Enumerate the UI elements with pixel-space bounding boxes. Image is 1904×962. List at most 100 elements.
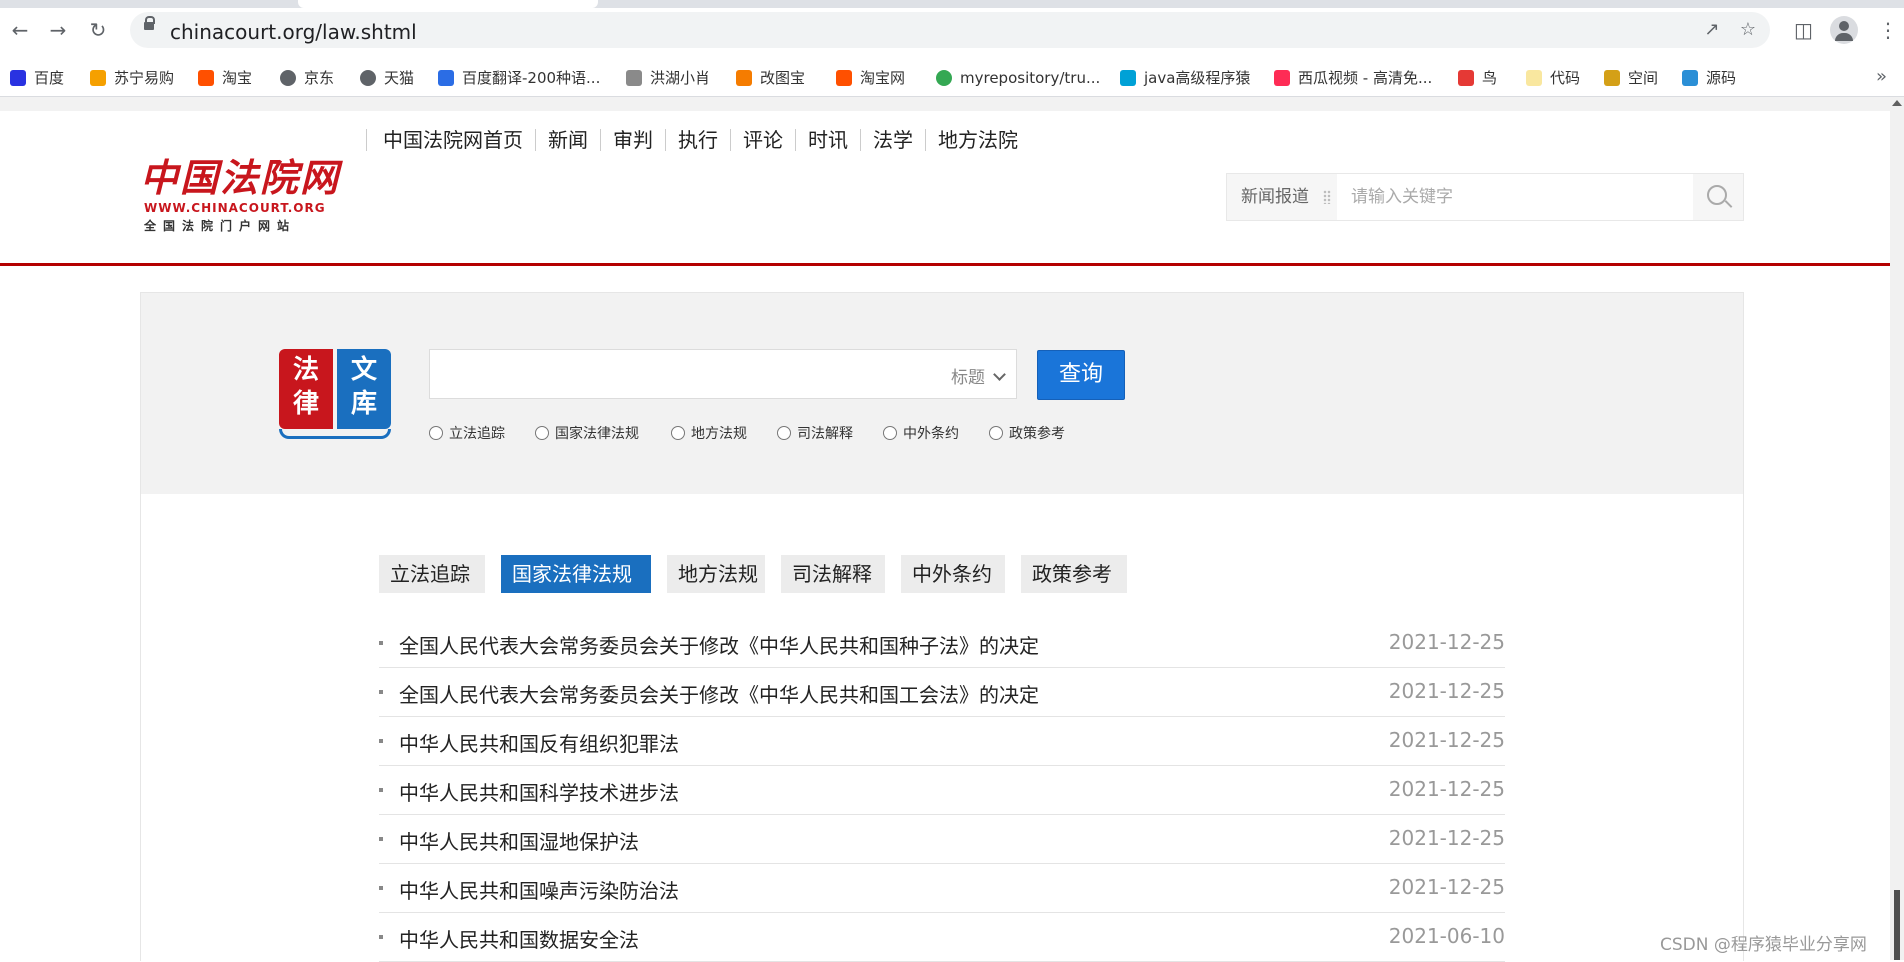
bookmark-item[interactable]: 京东 [280, 68, 334, 88]
law-title-link[interactable]: 全国人民代表大会常务委员会关于修改《中华人民共和国种子法》的决定 [399, 630, 1039, 659]
radio-circle-icon[interactable] [989, 426, 1003, 440]
query-button[interactable]: 查询 [1037, 350, 1125, 400]
radio-circle-icon[interactable] [883, 426, 897, 440]
logo-subtitle: 全国法院门户网站 [144, 219, 297, 233]
back-arrow-icon[interactable]: ← [8, 18, 32, 42]
law-title-link[interactable]: 中华人民共和国反有组织犯罪法 [399, 728, 679, 757]
bullet-icon [379, 935, 383, 939]
law-date: 2021-12-25 [1388, 630, 1505, 654]
bookmark-item[interactable]: 百度 [10, 68, 64, 88]
address-url[interactable]: chinacourt.org/law.shtml [170, 20, 417, 44]
law-title-link[interactable]: 中华人民共和国噪声污染防治法 [399, 875, 679, 904]
law-title-link[interactable]: 全国人民代表大会常务委员会关于修改《中华人民共和国工会法》的决定 [399, 679, 1039, 708]
radio-label: 中外条约 [903, 426, 959, 442]
bookmark-item[interactable]: 改图宝 [736, 68, 805, 88]
law-query-input[interactable]: 标题 [429, 349, 1017, 399]
list-item[interactable]: 中华人民共和国数据安全法 2021-06-10 [379, 913, 1505, 962]
tab-category[interactable]: 政策参考 [1021, 555, 1127, 593]
logo-char: 法 [292, 355, 319, 385]
query-field-select[interactable]: 标题 [951, 363, 1006, 388]
category-radio[interactable]: 政策参考 [989, 425, 1065, 443]
menu-kebab-icon[interactable]: ⋮ [1878, 18, 1898, 42]
radio-circle-icon[interactable] [535, 426, 549, 440]
bookmark-item[interactable]: 空间 [1604, 68, 1658, 88]
nav-item[interactable]: 法学 [860, 129, 925, 151]
radio-label: 政策参考 [1009, 426, 1065, 442]
list-item[interactable]: 中华人民共和国噪声污染防治法 2021-12-25 [379, 864, 1505, 913]
bookmark-label: 西瓜视频 - 高清免... [1298, 69, 1433, 87]
active-tab-edge[interactable] [298, 0, 598, 8]
bookmark-item[interactable]: 百度翻译-200种语... [438, 68, 600, 88]
tab-category[interactable]: 司法解释 [781, 555, 885, 593]
tab-category[interactable]: 地方法规 [667, 555, 765, 593]
law-date: 2021-12-25 [1388, 679, 1505, 703]
side-panel-icon[interactable]: ◫ [1794, 18, 1813, 42]
law-title-link[interactable]: 中华人民共和国数据安全法 [399, 924, 639, 953]
bookmark-label: 鸟 [1482, 69, 1498, 87]
radio-circle-icon[interactable] [777, 426, 791, 440]
site-search-button[interactable] [1693, 174, 1743, 220]
nav-item[interactable]: 审判 [600, 129, 665, 151]
law-date: 2021-06-10 [1388, 924, 1505, 948]
category-radio[interactable]: 司法解释 [777, 425, 853, 443]
list-item[interactable]: 中华人民共和国反有组织犯罪法 2021-12-25 [379, 717, 1505, 766]
nav-item[interactable]: 执行 [665, 129, 730, 151]
scrollbar[interactable] [1890, 97, 1904, 960]
category-radio[interactable]: 中外条约 [883, 425, 959, 443]
tab-category[interactable]: 立法追踪 [379, 555, 485, 593]
bookmark-item[interactable]: 天猫 [360, 68, 414, 88]
bookmarks-overflow-icon[interactable]: » [1876, 66, 1887, 87]
bookmark-item[interactable]: 鸟 [1458, 68, 1497, 88]
nav-item[interactable]: 中国法院网首页 [366, 129, 535, 151]
nav-item[interactable]: 新闻 [535, 129, 600, 151]
law-date: 2021-12-25 [1388, 826, 1505, 850]
list-item[interactable]: 中华人民共和国科学技术进步法 2021-12-25 [379, 766, 1505, 815]
law-title-link[interactable]: 中华人民共和国科学技术进步法 [399, 777, 679, 806]
category-radio[interactable]: 立法追踪 [429, 425, 505, 443]
bookmark-item[interactable]: 源码 [1682, 68, 1736, 88]
scrollbar-thumb[interactable] [1894, 890, 1900, 960]
book-base [279, 429, 391, 439]
list-item[interactable]: 全国人民代表大会常务委员会关于修改《中华人民共和国种子法》的决定 2021-12-… [379, 619, 1505, 668]
bookmark-item[interactable]: 苏宁易购 [90, 68, 174, 88]
category-radio[interactable]: 地方法规 [671, 425, 747, 443]
category-radio[interactable]: 国家法律法规 [535, 425, 639, 443]
site-logo[interactable]: 中国法院网 WWW.CHINACOURT.ORG 全国法院门户网站 [140, 147, 340, 237]
nav-item[interactable]: 评论 [730, 129, 795, 151]
bookmark-item[interactable]: myrepository/tru... [936, 68, 1100, 88]
bookmark-item[interactable]: 淘宝网 [836, 68, 905, 88]
bookmark-item[interactable]: 洪湖小肖 [626, 68, 710, 88]
taobao-icon [198, 70, 214, 86]
bullet-icon [379, 886, 383, 890]
address-bar[interactable]: chinacourt.org/law.shtml ↗ ☆ [130, 12, 1770, 48]
baidu-icon [10, 70, 26, 86]
bullet-icon [379, 690, 383, 694]
reload-icon[interactable]: ↻ [86, 18, 110, 42]
bookmark-item[interactable]: java高级程序猿 [1120, 68, 1250, 88]
profile-avatar[interactable] [1830, 16, 1858, 44]
nav-item[interactable]: 地方法院 [925, 129, 1030, 151]
scroll-up-arrow-icon[interactable] [1892, 100, 1902, 106]
radio-circle-icon[interactable] [429, 426, 443, 440]
star-icon[interactable]: ☆ [1736, 18, 1760, 42]
logo-url-text: WWW.CHINACOURT.ORG [144, 201, 326, 215]
bookmark-item[interactable]: 淘宝 [198, 68, 252, 88]
search-category-select[interactable]: 新闻报道 [1227, 174, 1337, 220]
list-item[interactable]: 全国人民代表大会常务委员会关于修改《中华人民共和国工会法》的决定 2021-12-… [379, 668, 1505, 717]
bookmark-item[interactable]: 西瓜视频 - 高清免... [1274, 68, 1432, 88]
tab-strip [0, 0, 1904, 8]
forward-arrow-icon[interactable]: → [46, 18, 70, 42]
share-icon[interactable]: ↗ [1700, 18, 1724, 42]
radio-circle-icon[interactable] [671, 426, 685, 440]
logo-main-text: 中国法院网 [140, 155, 341, 200]
list-item[interactable]: 中华人民共和国湿地保护法 2021-12-25 [379, 815, 1505, 864]
bookmarks-bar: 百度 苏宁易购 淘宝 京东 天猫 百度翻译-200种语... 洪湖小肖 改图宝 淘宝网 myrep… [0, 60, 1904, 97]
tab-active[interactable]: 国家法律法规 [501, 555, 651, 593]
law-title-link[interactable]: 中华人民共和国湿地保护法 [399, 826, 639, 855]
nav-item[interactable]: 时讯 [795, 129, 860, 151]
bookmark-item[interactable]: 代码 [1526, 68, 1580, 88]
tab-category[interactable]: 中外条约 [901, 555, 1005, 593]
code-icon [1526, 70, 1542, 86]
site-search-input[interactable]: 请输入关键字 [1351, 174, 1453, 220]
law-search-area: 法 律 文 库 标题 查询 立法追踪 国家法律法规 地方法规 司法解释 中外条约 政策参考 [141, 293, 1743, 494]
